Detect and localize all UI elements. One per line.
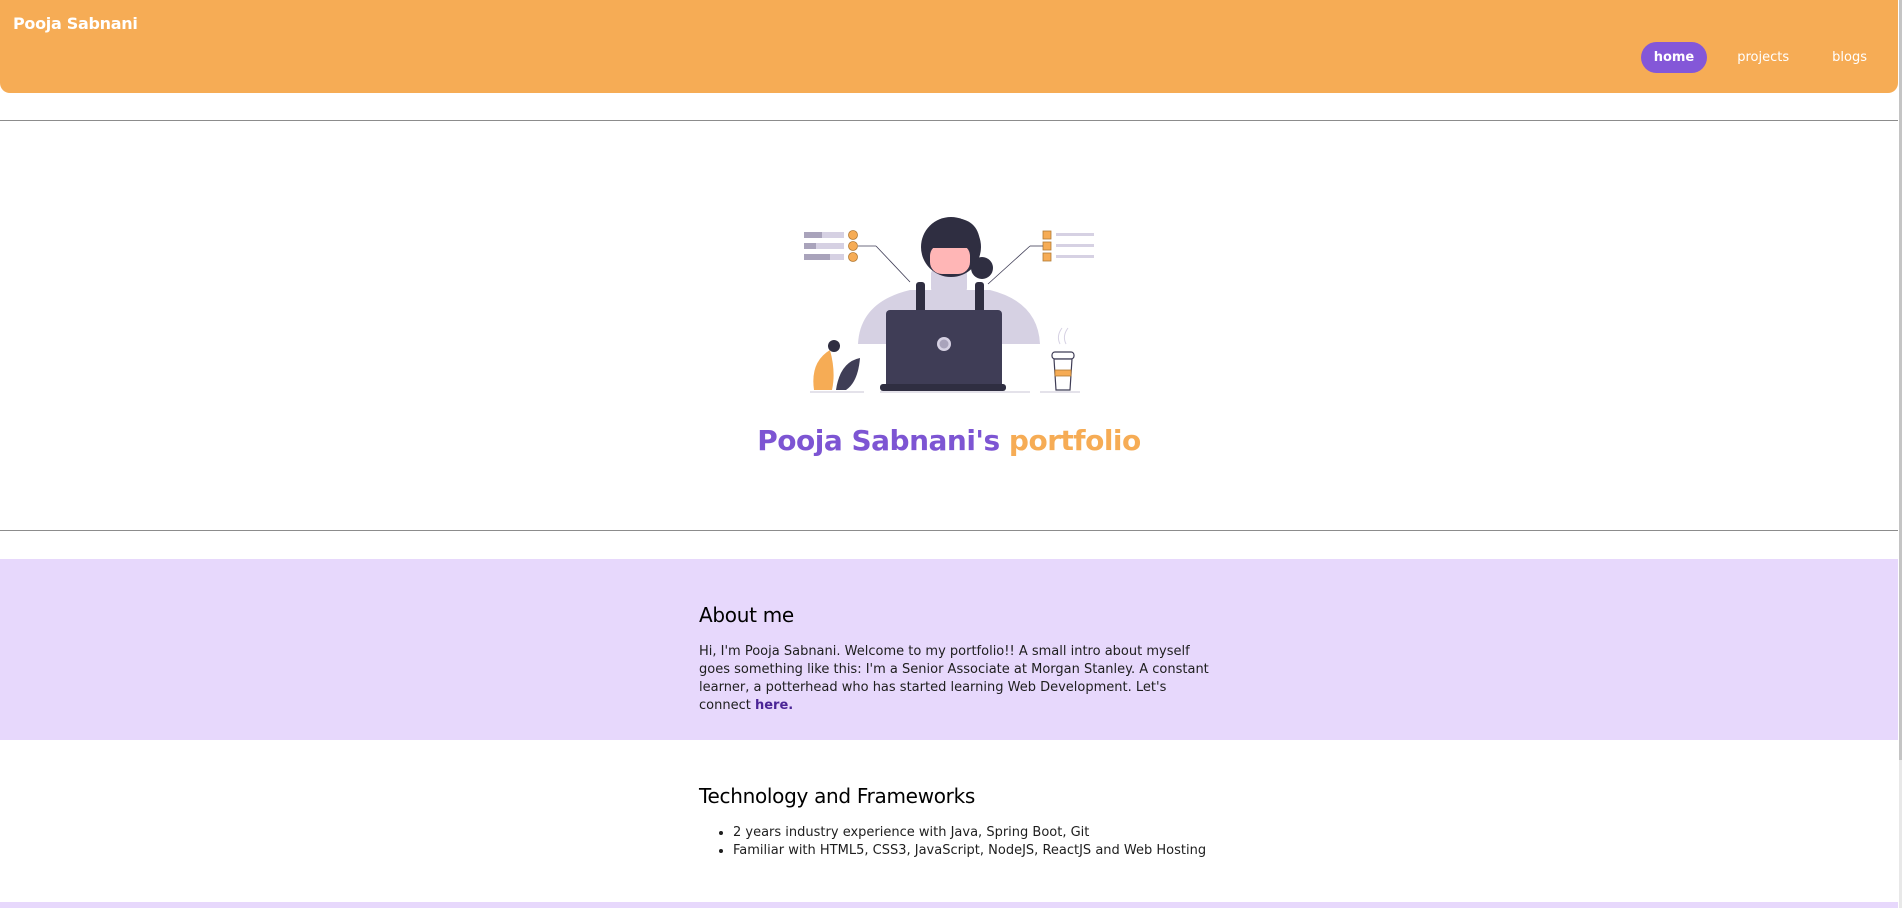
laptop-icon	[880, 310, 1006, 391]
tech-content: Technology and Frameworks 2 years indust…	[699, 784, 1219, 860]
hero-title-name: Pooja Sabnani's	[757, 424, 1000, 457]
coffee-cup-icon	[1040, 327, 1080, 393]
tech-section: Technology and Frameworks 2 years indust…	[0, 740, 1898, 902]
hero-illustration	[804, 217, 1094, 393]
nav-home-link[interactable]: home	[1640, 42, 1708, 73]
list-item: 2 years industry experience with Java, S…	[733, 824, 1219, 842]
about-heading: About me	[699, 603, 794, 627]
tech-heading: Technology and Frameworks	[699, 784, 976, 808]
nav-blogs-link[interactable]: blogs	[1819, 42, 1880, 73]
about-section: About me Hi, I'm Pooja Sabnani. Welcome …	[0, 559, 1898, 740]
nav-projects-link[interactable]: projects	[1724, 42, 1802, 73]
page: Pooja Sabnani home projects blogs Pooja …	[0, 0, 1902, 908]
hero-title-accent: portfolio	[1008, 424, 1141, 457]
list-item: Familiar with HTML5, CSS3, JavaScript, N…	[733, 842, 1219, 860]
right-checklist-icon	[987, 230, 1094, 285]
hero-divider	[0, 530, 1898, 531]
tech-list: 2 years industry experience with Java, S…	[733, 824, 1219, 860]
left-checklist-icon	[804, 230, 911, 283]
plant-icon	[810, 340, 864, 393]
navbar: Pooja Sabnani home projects blogs	[0, 0, 1898, 93]
nav-links: home projects blogs	[1624, 42, 1880, 73]
about-content: About me Hi, I'm Pooja Sabnani. Welcome …	[699, 603, 1219, 715]
brand-name[interactable]: Pooja Sabnani	[13, 14, 138, 33]
hero-title: Pooja Sabnani's portfolio	[0, 424, 1898, 457]
connect-link[interactable]: here.	[755, 698, 793, 713]
about-text: Hi, I'm Pooja Sabnani. Welcome to my por…	[699, 643, 1219, 715]
next-section-band	[0, 902, 1898, 908]
top-divider	[0, 120, 1898, 121]
